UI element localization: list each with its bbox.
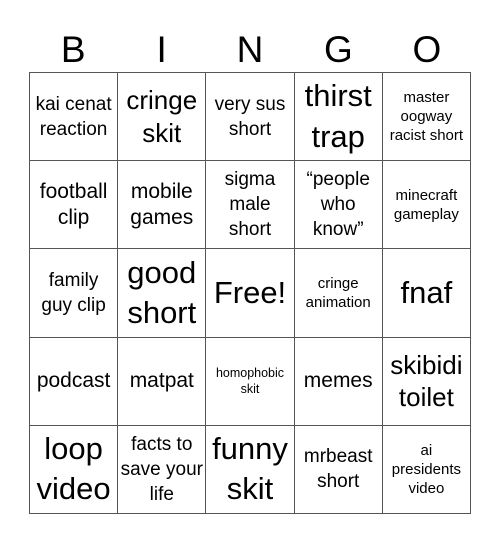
cell-label: cringe animation xyxy=(305,274,371,311)
free-space-label: Free! xyxy=(213,274,287,310)
cell-label: matpat xyxy=(129,369,194,393)
cell-label: master oogway racist short xyxy=(389,88,464,145)
cell-label: family guy clip xyxy=(41,269,106,316)
bingo-cell[interactable]: fnaf xyxy=(382,249,471,338)
cell-label: cringe skit xyxy=(126,85,198,148)
bingo-cell[interactable]: mobile games xyxy=(118,161,207,250)
cell-label: kai cenat reaction xyxy=(35,93,112,140)
cell-label: podcast xyxy=(36,369,111,393)
bingo-cell[interactable]: kai cenat reaction xyxy=(30,73,119,162)
bingo-cell[interactable]: facts to save your life xyxy=(118,425,207,514)
bingo-cell[interactable]: minecraft gameplay xyxy=(382,161,471,250)
bingo-cell[interactable]: good short xyxy=(118,249,207,338)
cell-label: fnaf xyxy=(400,274,453,310)
bingo-cell[interactable]: memes xyxy=(294,337,383,426)
cell-label: good short xyxy=(127,254,197,330)
bingo-cell[interactable]: family guy clip xyxy=(30,249,119,338)
cell-label: funny skit xyxy=(212,431,288,507)
bingo-header: B I N G O xyxy=(29,28,471,72)
bingo-cell[interactable]: podcast xyxy=(30,337,119,426)
cell-label: mrbeast short xyxy=(303,446,373,493)
cell-label: skibidi toilet xyxy=(390,349,463,413)
bingo-cell[interactable]: football clip xyxy=(30,161,119,250)
header-letter-i: I xyxy=(156,29,167,70)
bingo-grid: kai cenat reaction cringe skit very sus … xyxy=(29,72,471,514)
cell-label: “people who know” xyxy=(306,169,370,241)
header-letter-g: G xyxy=(324,29,353,70)
cell-label: sigma male short xyxy=(224,169,276,241)
bingo-cell[interactable]: matpat xyxy=(118,337,207,426)
header-letter-b: B xyxy=(60,29,86,70)
bingo-cell[interactable]: funny skit xyxy=(206,425,295,514)
bingo-cell[interactable]: ai presidents video xyxy=(382,425,471,514)
bingo-cell[interactable]: master oogway racist short xyxy=(382,73,471,162)
bingo-cell[interactable]: sigma male short xyxy=(206,161,295,250)
bingo-cell[interactable]: “people who know” xyxy=(294,161,383,250)
bingo-cell[interactable]: cringe animation xyxy=(294,249,383,338)
bingo-cell[interactable]: thirst trap xyxy=(294,73,383,162)
bingo-cell[interactable]: mrbeast short xyxy=(294,425,383,514)
bingo-cell[interactable]: skibidi toilet xyxy=(382,337,471,426)
cell-label: football clip xyxy=(39,179,108,229)
bingo-cell-free[interactable]: Free! xyxy=(206,249,295,338)
header-letter-n: N xyxy=(236,29,264,70)
header-letter-o: O xyxy=(412,29,442,70)
cell-label: very sus short xyxy=(214,93,286,140)
cell-label: homophobic skit xyxy=(215,365,285,397)
cell-label: minecraft gameplay xyxy=(393,186,459,223)
cell-label: loop video xyxy=(36,431,111,507)
bingo-cell[interactable]: homophobic skit xyxy=(206,337,295,426)
cell-label: ai presidents video xyxy=(391,441,461,497)
cell-label: thirst trap xyxy=(304,78,372,154)
bingo-cell[interactable]: cringe skit xyxy=(118,73,207,162)
cell-label: facts to save your life xyxy=(120,433,203,505)
cell-label: memes xyxy=(303,369,373,393)
cell-label: mobile games xyxy=(130,179,194,229)
bingo-cell[interactable]: loop video xyxy=(30,425,119,514)
bingo-cell[interactable]: very sus short xyxy=(206,73,295,162)
